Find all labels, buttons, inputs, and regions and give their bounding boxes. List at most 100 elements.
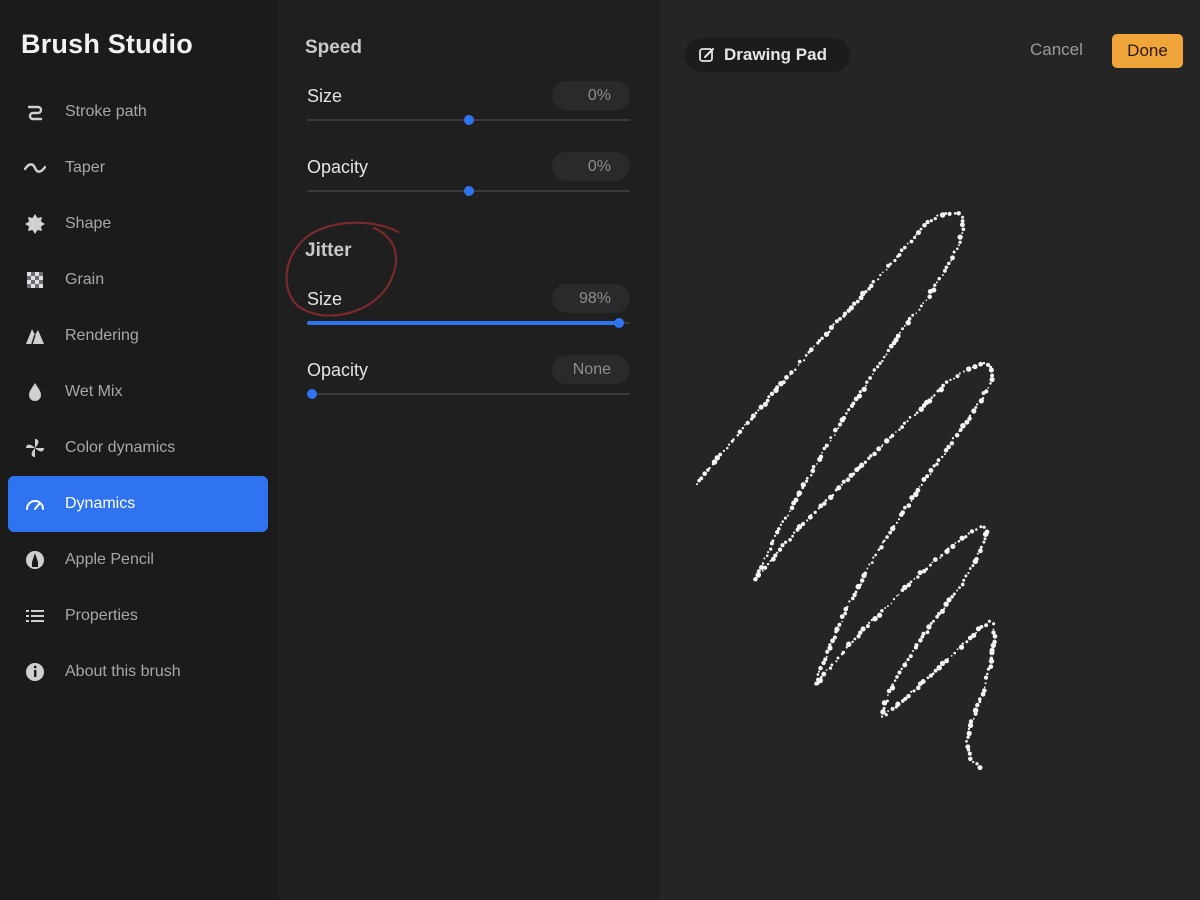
stroke-dot bbox=[910, 690, 913, 693]
stroke-dot bbox=[906, 420, 909, 423]
stroke-dot bbox=[897, 252, 902, 257]
stroke-dot bbox=[855, 299, 860, 304]
stroke-dot bbox=[956, 247, 959, 251]
slider-thumb[interactable] bbox=[307, 389, 317, 399]
speed-opacity-slider[interactable] bbox=[307, 185, 630, 197]
stroke-dot bbox=[931, 672, 935, 676]
sidebar-item-properties[interactable]: Properties bbox=[8, 588, 268, 644]
stroke-dot bbox=[736, 434, 740, 437]
stroke-dot bbox=[777, 547, 783, 552]
sidebar-item-apple-pencil[interactable]: Apple Pencil bbox=[8, 532, 268, 588]
stroke-dot bbox=[872, 368, 876, 372]
dynamics-icon bbox=[24, 493, 46, 515]
slider-thumb[interactable] bbox=[613, 318, 624, 328]
stroke-dot bbox=[805, 479, 809, 483]
stroke-dot bbox=[834, 319, 839, 324]
brush-stroke-preview bbox=[695, 211, 998, 771]
stroke-dot bbox=[791, 534, 794, 538]
stroke-dot bbox=[833, 434, 836, 436]
stroke-dot bbox=[962, 370, 965, 373]
stroke-dot bbox=[810, 513, 813, 516]
sidebar-item-label: About this brush bbox=[65, 663, 181, 680]
stroke-dot bbox=[809, 473, 813, 477]
stroke-dot bbox=[825, 649, 830, 654]
stroke-dot bbox=[885, 268, 888, 271]
stroke-dot bbox=[841, 620, 844, 623]
stroke-dot bbox=[865, 384, 867, 387]
stroke-dot bbox=[825, 669, 828, 671]
stroke-dot bbox=[952, 592, 956, 596]
stroke-dot bbox=[775, 530, 780, 535]
jitter-opacity-value[interactable]: None bbox=[552, 355, 630, 384]
stroke-dot bbox=[961, 227, 966, 232]
stroke-dot bbox=[912, 689, 916, 693]
stroke-dot bbox=[827, 645, 833, 651]
stroke-dot bbox=[935, 614, 939, 619]
sidebar-item-rendering[interactable]: Rendering bbox=[8, 308, 268, 364]
stroke-dot bbox=[762, 401, 768, 407]
stroke-dot bbox=[787, 514, 790, 517]
stroke-dot bbox=[909, 580, 913, 584]
speed-size-value[interactable]: 0% bbox=[552, 81, 630, 110]
speed-size-slider[interactable] bbox=[307, 114, 630, 126]
stroke-dot bbox=[954, 541, 957, 544]
stroke-dot bbox=[925, 567, 929, 571]
stroke-dot bbox=[911, 649, 915, 653]
sidebar-item-label: Dynamics bbox=[65, 495, 136, 512]
stroke-dot bbox=[967, 532, 970, 535]
stroke-dot bbox=[866, 567, 869, 570]
stroke-dot bbox=[827, 330, 831, 334]
stroke-dot bbox=[975, 762, 979, 766]
stroke-dot bbox=[972, 760, 975, 764]
stroke-dot bbox=[975, 702, 980, 708]
stroke-dot bbox=[977, 765, 983, 771]
sidebar-item-taper[interactable]: Taper bbox=[8, 140, 268, 196]
stroke-dot bbox=[769, 541, 774, 546]
stroke-dot bbox=[722, 449, 726, 453]
stroke-dot bbox=[949, 441, 955, 446]
stroke-dot bbox=[824, 443, 829, 448]
stroke-dot bbox=[958, 240, 962, 244]
stroke-dot bbox=[792, 531, 796, 534]
stroke-dot bbox=[953, 212, 957, 215]
jitter-opacity-slider[interactable] bbox=[307, 388, 630, 400]
stroke-dot bbox=[905, 320, 911, 326]
sidebar-item-grain[interactable]: Grain bbox=[8, 252, 268, 308]
slider-thumb[interactable] bbox=[463, 186, 474, 196]
stroke-dot bbox=[949, 378, 952, 382]
sidebar-item-wet-mix[interactable]: Wet Mix bbox=[8, 364, 268, 420]
stroke-dot bbox=[888, 530, 893, 535]
stroke-dot bbox=[978, 361, 983, 367]
jitter-size-value[interactable]: 98% bbox=[552, 284, 630, 313]
stroke-dot bbox=[861, 572, 867, 579]
stroke-dot bbox=[887, 710, 890, 712]
stroke-dot bbox=[876, 446, 882, 452]
stroke-dot bbox=[869, 454, 873, 458]
sidebar-item-shape[interactable]: Shape bbox=[8, 196, 268, 252]
stroke-dot bbox=[982, 361, 986, 365]
speed-opacity-label: Opacity bbox=[307, 157, 369, 177]
jitter-size-slider[interactable] bbox=[307, 317, 630, 329]
stroke-guide-path bbox=[697, 213, 994, 768]
stroke-dot bbox=[983, 686, 986, 688]
stroke-dot bbox=[932, 557, 938, 562]
speed-opacity-value[interactable]: 0% bbox=[552, 152, 630, 181]
slider-thumb[interactable] bbox=[463, 115, 474, 125]
drawing-pad[interactable]: Drawing Pad Cancel Done bbox=[660, 0, 1200, 900]
stroke-dot bbox=[928, 467, 934, 473]
stroke-dot bbox=[821, 671, 827, 677]
sidebar-item-stroke-path[interactable]: Stroke path bbox=[8, 84, 268, 140]
stroke-dot bbox=[884, 607, 887, 609]
stroke-dot bbox=[944, 211, 948, 215]
sidebar-item-about[interactable]: About this brush bbox=[8, 644, 268, 700]
shape-icon bbox=[24, 213, 46, 235]
sidebar-item-label: Color dynamics bbox=[65, 439, 176, 456]
apple-pencil-icon bbox=[24, 549, 46, 571]
stroke-dot bbox=[908, 654, 913, 659]
stroke-dot bbox=[732, 438, 735, 441]
stroke-dot bbox=[828, 324, 834, 331]
sidebar-item-dynamics[interactable]: Dynamics bbox=[8, 476, 268, 532]
stroke-dot bbox=[797, 359, 802, 364]
stroke-dot bbox=[978, 700, 982, 704]
sidebar-item-color-dynamics[interactable]: Color dynamics bbox=[8, 420, 268, 476]
